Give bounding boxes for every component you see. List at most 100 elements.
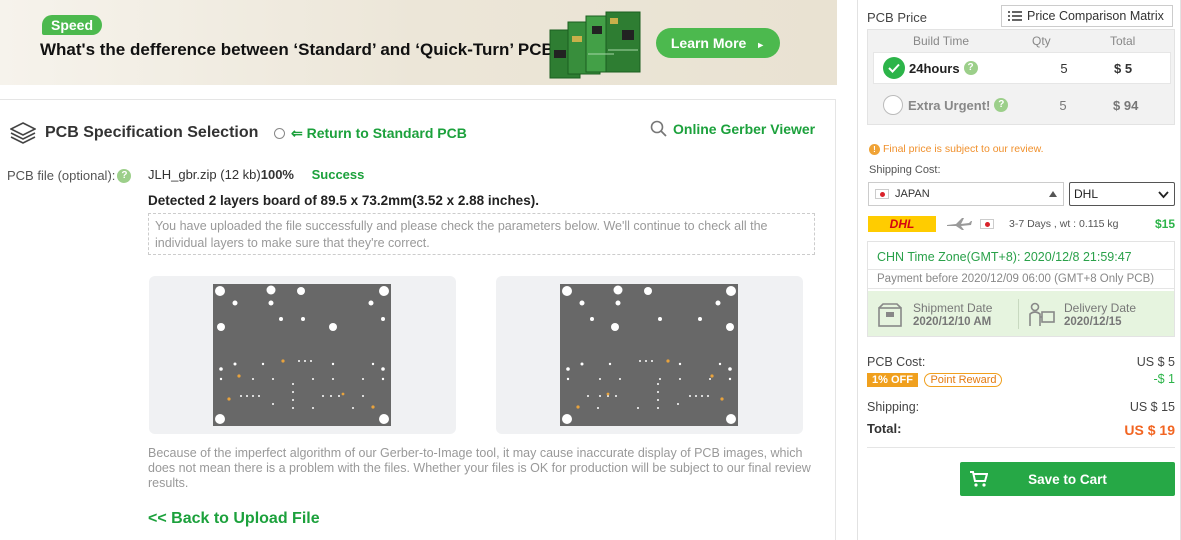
promo-banner[interactable]: Speed What's the defference between ‘Sta… <box>0 0 837 85</box>
japan-flag-icon <box>875 189 889 199</box>
upload-status: Success <box>311 167 365 182</box>
price-matrix-label: Price Comparison Matrix <box>1027 9 1164 23</box>
total-cell: $ 5 <box>1114 60 1133 76</box>
pcb-price-label: PCB Price <box>867 10 927 25</box>
detected-board-info: Detected 2 layers board of 89.5 x 73.2mm… <box>148 193 539 208</box>
speed-tag: Speed <box>42 15 103 35</box>
delivery-date-value: 2020/12/15 <box>1064 316 1122 328</box>
section-title: PCB Specification Selection <box>45 124 259 141</box>
box-icon <box>878 303 902 327</box>
shipping-method-row: DHL 3-7 Days , wt : 0.115 kg $15 <box>868 215 1175 233</box>
build-time-cell: 24hours ? <box>909 61 978 76</box>
help-icon[interactable]: ? <box>117 168 132 183</box>
col-qty: Qty <box>1032 34 1051 48</box>
payment-deadline: Payment before 2020/12/09 06:00 (GMT+8 O… <box>868 269 1174 289</box>
build-time-table: Build Time Qty Total 24hours ? 5 $ 5 Ext… <box>867 29 1175 125</box>
discount-value: -$ 1 <box>1153 372 1175 386</box>
help-icon[interactable]: ? <box>963 61 978 75</box>
file-progress: 100% <box>260 167 294 182</box>
final-price-text: Final price is subject to our review. <box>883 143 1044 155</box>
shipping-days: 3-7 Days , wt : 0.115 kg <box>1009 218 1119 230</box>
courier-select[interactable]: DHL <box>1069 182 1175 206</box>
build-option-24hours[interactable]: 24hours ? 5 $ 5 <box>873 52 1171 84</box>
qty-cell: 5 <box>1060 60 1068 76</box>
shipment-date: Shipment Date 2020/12/10 AM <box>868 291 1018 336</box>
build-time-cell: Extra Urgent! ? <box>908 97 1009 113</box>
delivery-date-label: Delivery Date <box>1064 301 1137 315</box>
pcb-cost-value: US $ 5 <box>1136 355 1175 369</box>
layers-icon <box>10 122 36 144</box>
list-icon <box>1008 11 1022 21</box>
final-price-note: ! Final price is subject to our review. <box>869 143 1043 155</box>
caret-right-icon: ► <box>756 40 766 50</box>
back-to-upload-link[interactable]: << Back to Upload File <box>148 510 320 528</box>
discount-row: 1% OFF Point Reward -$ 1 <box>867 372 1175 387</box>
pcb-preview-top[interactable] <box>149 276 456 434</box>
file-name: JLH_gbr.zip (12 kb) <box>148 167 261 182</box>
total-cell: $ 94 <box>1113 97 1139 113</box>
dates-row: Shipment Date 2020/12/10 AM Delivery Dat… <box>868 291 1174 336</box>
radio-icon <box>883 95 903 115</box>
shipping-row: Shipping: US $ 15 <box>867 400 1175 414</box>
shipping-cost-label: Shipping Cost: <box>869 164 941 176</box>
price-sidebar: PCB Price Price Comparison Matrix Build … <box>857 0 1181 540</box>
col-total: Total <box>1110 34 1136 48</box>
price-matrix-button[interactable]: Price Comparison Matrix <box>1001 5 1173 27</box>
gerber-viewer-label: Online Gerber Viewer <box>673 120 816 137</box>
shipment-date-value: 2020/12/10 AM <box>913 316 992 328</box>
search-icon <box>650 120 667 137</box>
pcb-file-label: PCB file (optional): ? <box>7 168 132 183</box>
build-time-text: 24hours <box>909 60 960 76</box>
country-value: JAPAN <box>895 188 930 200</box>
airplane-icon <box>947 218 972 230</box>
learn-more-label: Learn More <box>670 35 747 51</box>
pcb-cost-label: PCB Cost: <box>867 355 926 369</box>
delivery-person-icon <box>1029 302 1055 326</box>
chevron-down-icon <box>1158 191 1169 199</box>
pcb-bottom-image <box>560 284 738 426</box>
file-info: JLH_gbr.zip (12 kb)100% Success <box>148 167 364 182</box>
gerber-viewer-link[interactable]: Online Gerber Viewer <box>650 120 815 137</box>
pcb-preview-bottom[interactable] <box>496 276 803 434</box>
help-icon[interactable]: ? <box>994 98 1009 112</box>
return-standard-label: ⇐ Return to Standard PCB <box>291 125 467 141</box>
shipping-price: $15 <box>1154 217 1175 231</box>
shipment-date-label: Shipment Date <box>913 301 993 315</box>
discount-tag: 1% OFF <box>867 373 918 387</box>
cart-icon <box>970 471 988 487</box>
dhl-logo: DHL <box>868 216 936 232</box>
pcb-top-image <box>213 284 391 426</box>
upload-notice: You have uploaded the file successfully … <box>148 213 815 255</box>
banner-title: What's the defference between ‘Standard’… <box>40 40 554 59</box>
total-value: US $ 19 <box>1124 422 1175 438</box>
pcb-cost-row: PCB Cost: US $ 5 <box>867 355 1175 369</box>
spec-panel: PCB Specification Selection ⇐ Return to … <box>0 99 836 540</box>
qty-cell: 5 <box>1059 97 1067 113</box>
timezone-text: CHN Time Zone(GMT+8): 2020/12/8 21:59:47 <box>877 250 1132 264</box>
pcb-file-label-text: PCB file (optional): <box>7 168 116 183</box>
checked-icon <box>883 57 905 79</box>
shipping-label: Shipping: <box>867 400 920 414</box>
col-build-time: Build Time <box>913 34 970 48</box>
caret-up-icon <box>1049 191 1057 197</box>
save-to-cart-label: Save to Cart <box>1028 471 1107 487</box>
section-header: PCB Specification Selection <box>10 122 258 144</box>
country-select[interactable]: JAPAN <box>868 182 1064 206</box>
build-option-extra-urgent[interactable]: Extra Urgent! ? 5 $ 94 <box>873 89 1171 121</box>
time-info-box: CHN Time Zone(GMT+8): 2020/12/8 21:59:47… <box>867 241 1175 337</box>
shipping-value: US $ 15 <box>1129 400 1175 414</box>
point-reward-tag[interactable]: Point Reward <box>924 373 1003 387</box>
return-standard-link[interactable]: ⇐ Return to Standard PCB <box>274 125 467 142</box>
delivery-date: Delivery Date 2020/12/15 <box>1019 291 1169 336</box>
total-label: Total: <box>867 421 902 436</box>
divider <box>867 447 1175 448</box>
save-to-cart-button[interactable]: Save to Cart <box>960 462 1175 496</box>
learn-more-button[interactable]: Learn More ► <box>656 28 780 58</box>
build-time-text: Extra Urgent! <box>908 97 991 113</box>
total-row: Total: US $ 19 <box>867 421 1175 438</box>
japan-flag-icon <box>980 219 994 229</box>
radio-icon <box>274 128 285 139</box>
pcb-boards-image <box>549 11 641 79</box>
image-disclaimer: Because of the imperfect algorithm of ou… <box>148 446 811 490</box>
warning-icon: ! <box>869 143 880 155</box>
